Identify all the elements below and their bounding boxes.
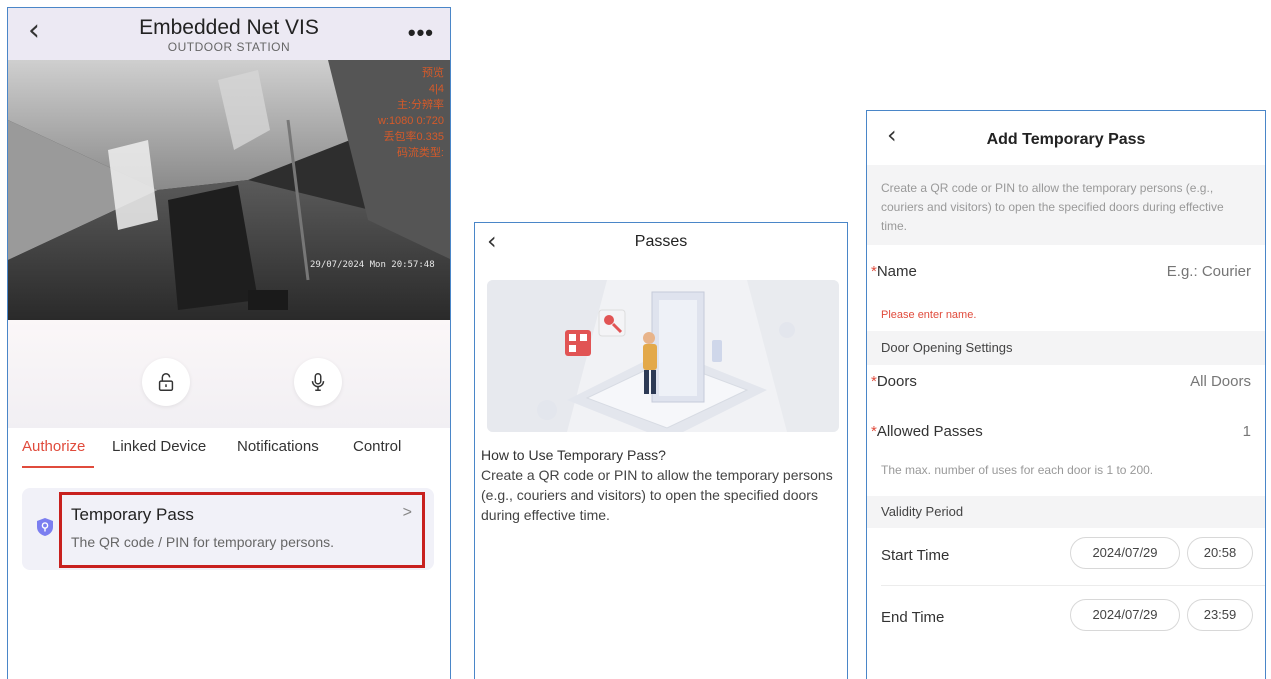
how-to-title: How to Use Temporary Pass? <box>481 447 666 463</box>
unlock-icon <box>158 373 174 391</box>
door-access-illustration <box>487 280 839 432</box>
video-overlay-line: 主:分辨率 <box>396 99 444 111</box>
microphone-button[interactable] <box>294 358 342 406</box>
allowed-passes-row[interactable]: *Allowed Passes 1 <box>867 423 1265 459</box>
allowed-passes-hint: The max. number of uses for each door is… <box>881 463 1154 477</box>
allowed-passes-label-text: Allowed Passes <box>876 423 983 440</box>
tab-authorize[interactable]: Authorize <box>22 438 85 455</box>
page-title: Passes <box>634 233 688 250</box>
add-temporary-pass-screen: ‹ Add Temporary Pass Create a QR code or… <box>866 110 1266 679</box>
microphone-icon <box>311 373 325 391</box>
start-time-picker[interactable]: 20:58 <box>1187 537 1253 569</box>
how-to-description: Create a QR code or PIN to allow the tem… <box>481 467 833 523</box>
tab-control[interactable]: Control <box>353 438 401 455</box>
tab-notifications[interactable]: Notifications <box>237 438 319 455</box>
doors-value: All Doors <box>1190 373 1251 390</box>
start-time-row: Start Time 2024/07/29 20:58 <box>867 531 1265 579</box>
end-date-picker[interactable]: 2024/07/29 <box>1070 599 1180 631</box>
temporary-pass-illustration <box>487 280 839 432</box>
page-subtitle: OUTDOOR STATION <box>167 40 291 54</box>
video-overlay-line: 4|4 <box>428 83 444 95</box>
video-overlay-line: 码流类型: <box>396 147 444 159</box>
door-opening-section: Door Opening Settings <box>867 331 1265 365</box>
camera-feed-image <box>8 60 450 320</box>
start-time-label: Start Time <box>881 547 950 564</box>
end-time-picker[interactable]: 23:59 <box>1187 599 1253 631</box>
name-label-text: Name <box>876 263 917 280</box>
validity-period-section: Validity Period <box>867 496 1265 528</box>
highlight-box <box>59 492 425 568</box>
unlock-button[interactable] <box>142 358 190 406</box>
shield-key-icon <box>37 518 53 536</box>
page-title: Add Temporary Pass <box>986 131 1146 148</box>
name-label: *Name <box>871 263 917 280</box>
allowed-passes-label: *Allowed Passes <box>871 423 983 440</box>
video-timestamp: 29/07/2024 Mon 20:57:48 <box>310 260 435 270</box>
doors-row[interactable]: *Doors All Doors <box>867 373 1265 409</box>
active-tab-indicator <box>22 466 94 468</box>
doors-label-text: Doors <box>876 373 917 390</box>
end-time-row: End Time 2024/07/29 23:59 <box>867 595 1265 643</box>
allowed-passes-value: 1 <box>1242 423 1251 440</box>
doors-label: *Doors <box>871 373 917 390</box>
end-time-label: End Time <box>881 609 945 626</box>
name-row[interactable]: *Name <box>867 263 1265 299</box>
video-overlay-line: w:1080 0:720 <box>377 115 444 127</box>
header: ‹ Embedded Net VIS OUTDOOR STATION ••• <box>8 8 450 60</box>
live-video-view[interactable]: 预览 4|4 主:分辨率 w:1080 0:720 丢包率0.335 码流类型:… <box>8 60 450 320</box>
header: ‹ Add Temporary Pass <box>867 111 1265 157</box>
tab-bar: Authorize Linked Device Notifications Co… <box>8 434 450 474</box>
video-overlay-line: 预览 <box>422 67 444 79</box>
more-options-icon[interactable]: ••• <box>408 22 434 44</box>
page-title: Embedded Net VIS <box>139 16 319 39</box>
tab-linked-device[interactable]: Linked Device <box>112 438 206 455</box>
intro-text: Create a QR code or PIN to allow the tem… <box>867 165 1265 245</box>
outdoor-station-screen: ‹ Embedded Net VIS OUTDOOR STATION ••• 预… <box>7 7 451 679</box>
video-overlay-line: 丢包率0.335 <box>383 131 444 143</box>
name-input[interactable] <box>1051 263 1251 280</box>
call-controls <box>8 320 450 428</box>
passes-screen: ‹ Passes How to Use Temporary Pass? Crea… <box>474 222 848 679</box>
divider <box>881 585 1265 586</box>
start-date-picker[interactable]: 2024/07/29 <box>1070 537 1180 569</box>
name-error-text: Please enter name. <box>881 309 977 321</box>
header: ‹ Passes <box>475 223 847 263</box>
